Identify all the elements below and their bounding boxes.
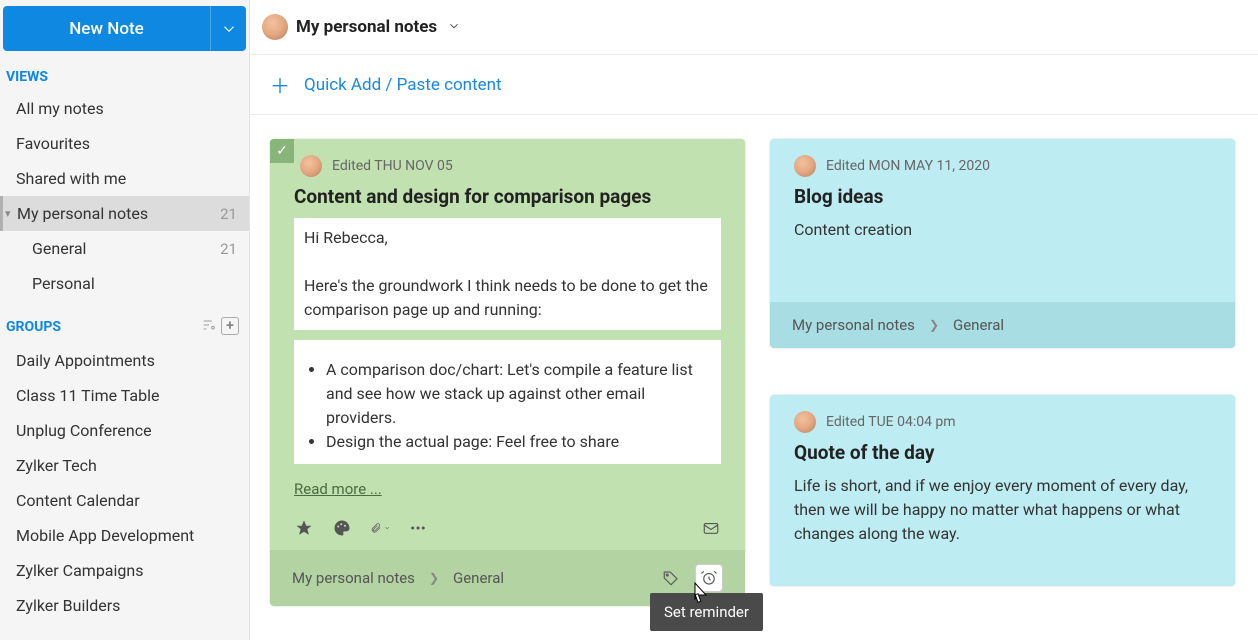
sidebar-item-my-personal-notes[interactable]: ▾ My personal notes 21 xyxy=(0,196,249,231)
breadcrumb-child[interactable]: General xyxy=(953,316,1004,334)
sidebar-item-label: Zylker Tech xyxy=(16,456,97,475)
avatar xyxy=(300,155,322,177)
note-card-quote-of-the-day[interactable]: Edited TUE 04:04 pm Quote of the day Lif… xyxy=(770,395,1235,586)
add-group-button[interactable]: + xyxy=(221,317,239,335)
attachment-icon[interactable] xyxy=(370,518,390,538)
sidebar-item-all-notes[interactable]: All my notes xyxy=(0,91,249,126)
sidebar-item-zylker-builders[interactable]: Zylker Builders xyxy=(0,588,249,623)
breadcrumb-child[interactable]: General xyxy=(453,569,504,587)
note-greeting: Hi Rebecca, xyxy=(304,226,711,250)
sidebar-item-label: Personal xyxy=(32,274,95,293)
sidebar-item-label: Zylker Campaigns xyxy=(16,561,143,580)
sidebar-item-label: Zylker Builders xyxy=(16,596,120,615)
sidebar-item-favourites[interactable]: Favourites xyxy=(0,126,249,161)
new-note-dropdown[interactable] xyxy=(210,6,246,51)
sidebar-item-label: Daily Appointments xyxy=(16,351,155,370)
note-toolbar xyxy=(270,510,745,550)
chevron-right-icon: ❯ xyxy=(429,571,439,585)
plus-icon: ＋ xyxy=(270,70,290,99)
sidebar-item-shared-with-me[interactable]: Shared with me xyxy=(0,161,249,196)
read-more-link[interactable]: Read more ... xyxy=(270,474,745,510)
sidebar: New Note VIEWS All my notes Favourites S… xyxy=(0,0,250,640)
more-icon[interactable] xyxy=(408,518,428,538)
note-body-list: A comparison doc/chart: Let's compile a … xyxy=(294,340,721,464)
quick-add-button[interactable]: ＋ Quick Add / Paste content xyxy=(250,55,1258,115)
note-body: Life is short, and if we enjoy every mom… xyxy=(770,474,1235,586)
tooltip-set-reminder: Set reminder xyxy=(650,593,763,631)
avatar xyxy=(794,411,816,433)
tooltip-label: Set reminder xyxy=(664,603,749,621)
sidebar-item-label: General xyxy=(32,239,86,258)
chevron-right-icon: ❯ xyxy=(929,318,939,332)
sidebar-item-label: Mobile App Development xyxy=(16,526,194,545)
new-note-button[interactable]: New Note xyxy=(3,6,246,51)
set-reminder-button[interactable] xyxy=(695,564,723,592)
chevron-down-icon: ▾ xyxy=(5,207,15,220)
palette-icon[interactable] xyxy=(332,518,352,538)
breadcrumb-parent[interactable]: My personal notes xyxy=(292,569,415,587)
avatar xyxy=(262,14,288,40)
note-footer: My personal notes ❯ General xyxy=(770,302,1235,348)
views-header-label: VIEWS xyxy=(6,69,48,85)
chevron-down-icon xyxy=(384,523,390,533)
page-title: My personal notes xyxy=(296,17,437,37)
views-header: VIEWS xyxy=(0,63,249,91)
avatar xyxy=(794,155,816,177)
sidebar-item-count: 21 xyxy=(220,240,237,258)
groups-header: GROUPS + xyxy=(0,311,249,343)
sidebar-item-count: 21 xyxy=(220,205,237,223)
edited-label: Edited MON MAY 11, 2020 xyxy=(826,158,990,174)
note-title: Blog ideas xyxy=(770,185,1235,218)
groups-header-label: GROUPS xyxy=(6,319,61,335)
sidebar-item-zylker-tech[interactable]: Zylker Tech xyxy=(0,448,249,483)
note-title: Quote of the day xyxy=(770,441,1235,474)
sidebar-item-class-11-time-table[interactable]: Class 11 Time Table xyxy=(0,378,249,413)
tag-icon[interactable] xyxy=(661,568,681,588)
note-body: Hi Rebecca, Here's the groundwork I thin… xyxy=(294,218,721,330)
sidebar-item-label: My personal notes xyxy=(17,204,148,223)
chevron-down-icon xyxy=(220,20,238,38)
sidebar-item-label: Favourites xyxy=(16,134,90,153)
edited-label: Edited TUE 04:04 pm xyxy=(826,414,956,430)
sidebar-item-label: Shared with me xyxy=(16,169,126,188)
sidebar-item-label: Unplug Conference xyxy=(16,421,152,440)
new-note-label: New Note xyxy=(3,19,210,39)
alarm-clock-icon xyxy=(700,569,718,587)
envelope-icon[interactable] xyxy=(701,518,721,538)
note-body: Content creation xyxy=(770,218,1235,302)
edited-label: Edited THU NOV 05 xyxy=(332,158,453,174)
quick-add-label: Quick Add / Paste content xyxy=(304,75,502,95)
note-bullet: A comparison doc/chart: Let's compile a … xyxy=(326,358,711,430)
note-title: Content and design for comparison pages xyxy=(270,185,745,218)
main-area: My personal notes ＋ Quick Add / Paste co… xyxy=(250,0,1258,640)
sidebar-item-mobile-app-development[interactable]: Mobile App Development xyxy=(0,518,249,553)
sidebar-item-label: All my notes xyxy=(16,99,104,118)
note-card-blog-ideas[interactable]: Edited MON MAY 11, 2020 Blog ideas Conte… xyxy=(770,139,1235,348)
cards-area: ✓ Edited THU NOV 05 Content and design f… xyxy=(250,115,1258,163)
sort-icon[interactable] xyxy=(201,317,217,337)
note-card-comparison-pages[interactable]: ✓ Edited THU NOV 05 Content and design f… xyxy=(270,139,745,606)
selected-check-icon[interactable]: ✓ xyxy=(270,139,294,163)
sidebar-item-general[interactable]: General 21 xyxy=(0,231,249,266)
sidebar-item-content-calendar[interactable]: Content Calendar xyxy=(0,483,249,518)
sidebar-item-unplug-conference[interactable]: Unplug Conference xyxy=(0,413,249,448)
sidebar-item-daily-appointments[interactable]: Daily Appointments xyxy=(0,343,249,378)
note-intro: Here's the groundwork I think needs to b… xyxy=(304,274,711,322)
sidebar-item-label: Class 11 Time Table xyxy=(16,386,159,405)
sidebar-item-personal[interactable]: Personal xyxy=(0,266,249,301)
sidebar-item-zylker-campaigns[interactable]: Zylker Campaigns xyxy=(0,553,249,588)
favourite-icon[interactable] xyxy=(294,518,314,538)
note-bullet: Design the actual page: Feel free to sha… xyxy=(326,430,711,454)
topbar: My personal notes xyxy=(250,0,1258,55)
title-dropdown[interactable] xyxy=(447,19,461,36)
sidebar-item-label: Content Calendar xyxy=(16,491,140,510)
breadcrumb-parent[interactable]: My personal notes xyxy=(792,316,915,334)
